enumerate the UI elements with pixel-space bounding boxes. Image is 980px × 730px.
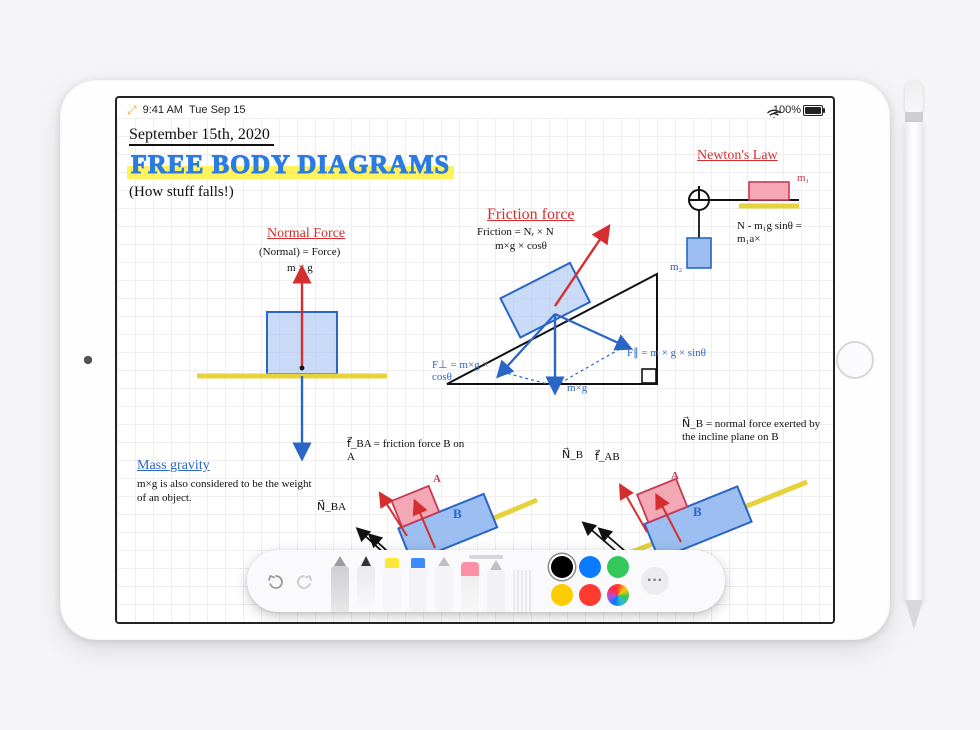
tool-crayon[interactable] — [435, 566, 453, 612]
tool-highlighter-yellow[interactable] — [383, 566, 401, 612]
screen: ⤢ 9:41 AM Tue Sep 15 100% — [115, 96, 835, 624]
newton-eq: N - m₁g sinθ = m₁a× — [737, 220, 827, 246]
markup-palette[interactable]: ··· — [247, 550, 725, 612]
friction-fR: F∥ = m × g × sinθ — [627, 346, 706, 359]
swatch-color-wheel[interactable] — [607, 584, 629, 606]
swatch-blue[interactable] — [579, 556, 601, 578]
tool-pen[interactable] — [357, 566, 375, 612]
mass-body: m×g is also considered to be the weight … — [137, 478, 312, 506]
home-button[interactable] — [836, 341, 874, 379]
heading-normal-force: Normal Force — [267, 226, 345, 242]
tool-marker-blue[interactable] — [409, 566, 427, 612]
normal-line1: (Normal) = Force) — [259, 246, 340, 258]
front-camera — [84, 356, 92, 364]
block-a-label-2: A — [671, 470, 679, 482]
apple-pencil — [905, 80, 923, 640]
tool-ruler[interactable] — [513, 570, 533, 612]
redo-button[interactable] — [293, 568, 319, 594]
block-b-label-2: B — [693, 504, 702, 520]
ipad-device: ⤢ 9:41 AM Tue Sep 15 100% — [60, 80, 890, 640]
palette-grabber[interactable] — [469, 555, 503, 559]
newton-m1: m₁ — [797, 172, 809, 184]
friction-fL: F⊥ = m×g × cosθ — [432, 358, 502, 383]
color-swatches — [551, 556, 629, 606]
note-canvas[interactable]: September 15th, 2020 FREE BODY DIAGRAMS … — [117, 118, 833, 622]
status-date: Tue Sep 15 — [189, 104, 245, 116]
tool-eraser[interactable] — [461, 572, 479, 612]
tool-pencil[interactable] — [331, 566, 349, 612]
block-b-label-1: B — [453, 506, 462, 522]
collapse-icon[interactable]: ⤢ — [127, 103, 137, 118]
status-time: 9:41 AM — [143, 104, 183, 116]
tool-lasso[interactable] — [487, 570, 505, 612]
note-date: September 15th, 2020 — [129, 126, 270, 144]
heading-mass-gravity: Mass gravity — [137, 458, 210, 474]
block-a-label-1: A — [433, 473, 441, 485]
swatch-yellow[interactable] — [551, 584, 573, 606]
sketch-normal-force — [187, 268, 407, 458]
swatch-green[interactable] — [607, 556, 629, 578]
note-subtitle: (How stuff falls!) — [129, 184, 234, 201]
palette-more-button[interactable]: ··· — [641, 567, 669, 595]
swatch-black[interactable] — [551, 556, 573, 578]
tool-row — [331, 566, 533, 612]
swatch-red[interactable] — [579, 584, 601, 606]
undo-button[interactable] — [261, 568, 287, 594]
note-title: FREE BODY DIAGRAMS — [127, 150, 454, 180]
friction-mg: m×g — [567, 382, 587, 394]
newton-m2: m₂ — [670, 261, 682, 273]
status-bar: ⤢ 9:41 AM Tue Sep 15 100% — [117, 98, 833, 120]
